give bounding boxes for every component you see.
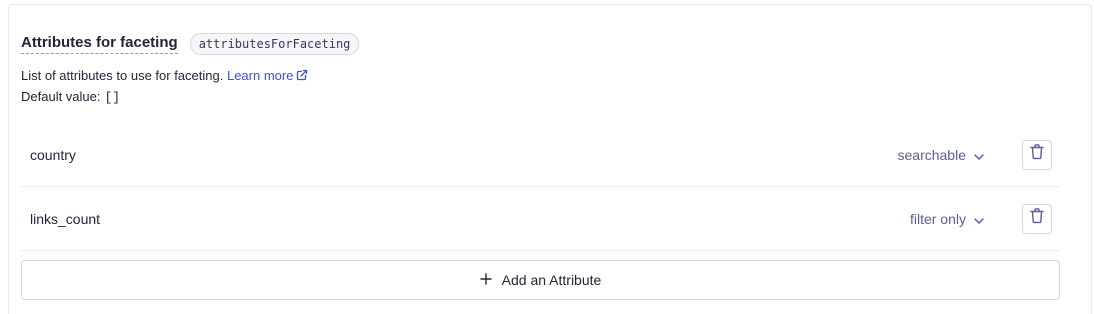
attribute-mode-select[interactable]: searchable	[898, 147, 985, 163]
attributes-list: country searchable links_count filter on…	[21, 123, 1060, 251]
description-text: List of attributes to use for faceting.	[21, 68, 224, 83]
learn-more-link[interactable]: Learn more	[227, 68, 308, 83]
trash-icon	[1030, 144, 1044, 165]
default-value-line: Default value:[]	[21, 87, 308, 108]
plus-icon	[479, 272, 492, 288]
chevron-down-icon	[974, 211, 984, 227]
attribute-mode-value: searchable	[897, 146, 967, 163]
default-value-label: Default value:	[21, 89, 101, 104]
attribute-row: country searchable	[21, 123, 1060, 187]
setting-code-badge: attributesForFaceting	[189, 33, 360, 55]
attribute-name: country	[30, 146, 76, 163]
delete-attribute-button[interactable]	[1022, 203, 1052, 234]
default-value: []	[104, 90, 121, 105]
attribute-row: links_count filter only	[21, 187, 1060, 251]
attribute-mode-select[interactable]: filter only	[910, 211, 984, 227]
attribute-name: links_count	[30, 210, 101, 227]
add-attribute-button[interactable]: Add an Attribute	[21, 260, 1060, 300]
chevron-down-icon	[974, 147, 984, 163]
external-link-icon	[296, 67, 308, 87]
attribute-mode-value: filter only	[909, 210, 966, 227]
add-attribute-label: Add an Attribute	[501, 272, 602, 288]
trash-icon	[1030, 208, 1044, 229]
section-header: Attributes for faceting attributesForFac…	[21, 33, 360, 55]
section-description: List of attributes to use for faceting. …	[21, 66, 308, 108]
section-title: Attributes for faceting	[21, 34, 178, 54]
learn-more-label: Learn more	[226, 68, 294, 83]
delete-attribute-button[interactable]	[1022, 139, 1052, 170]
